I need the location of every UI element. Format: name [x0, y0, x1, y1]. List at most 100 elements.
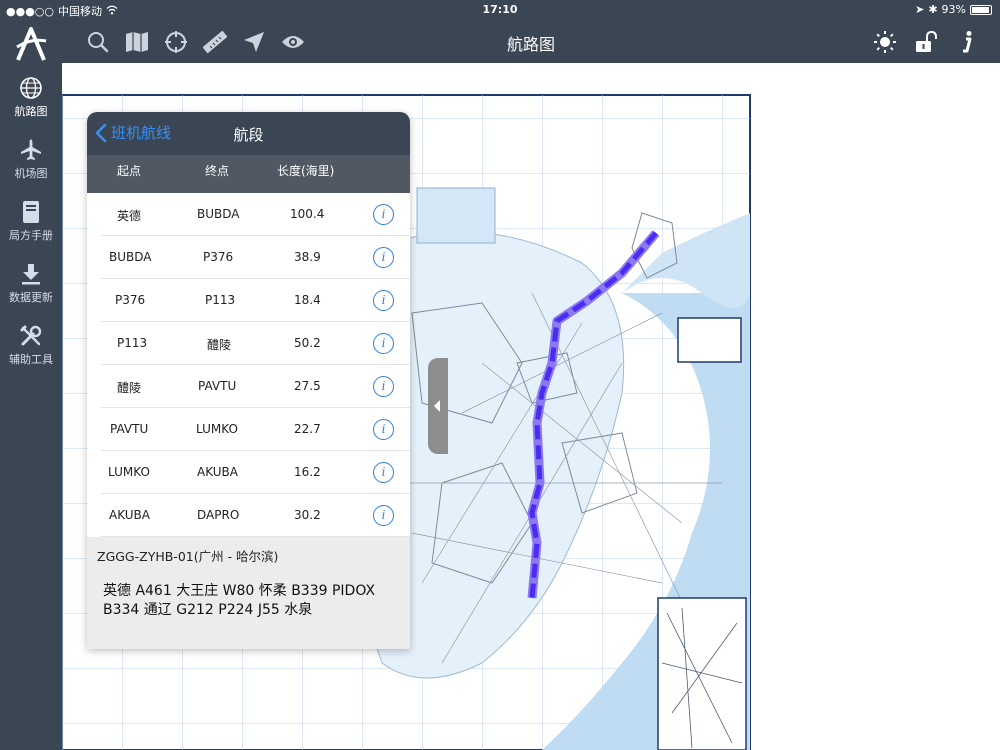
- route-segments-panel: 班机航线 航段 起点 终点 长度(海里) 英德 BUBDA 100.4 i BU…: [87, 112, 410, 649]
- sidebar-item-enroute-chart[interactable]: 航路图: [0, 76, 62, 136]
- battery-percent: 93%: [941, 3, 966, 16]
- search-button[interactable]: [84, 28, 111, 55]
- route-code: ZGGG-ZYHB-01(广州 - 哈尔滨): [97, 549, 279, 564]
- brightness-button[interactable]: [871, 28, 898, 55]
- table-row[interactable]: P376 P113 18.4 i: [101, 279, 410, 322]
- segment-from: 醴陵: [117, 381, 142, 395]
- top-toolbar: 航路图: [62, 20, 1000, 63]
- sidebar-item-tools[interactable]: 辅助工具: [0, 324, 62, 384]
- map-icon: [125, 31, 148, 52]
- segment-from: 英德: [117, 209, 142, 223]
- segment-info-button[interactable]: i: [373, 290, 394, 311]
- table-row[interactable]: BUBDA P376 38.9 i: [101, 236, 410, 279]
- segment-to: 醴陵: [207, 338, 232, 352]
- segment-info-button[interactable]: i: [373, 419, 394, 440]
- table-row[interactable]: 英德 BUBDA 100.4 i: [101, 193, 410, 236]
- back-label: 班机航线: [111, 124, 172, 142]
- segment-info-button[interactable]: i: [373, 247, 394, 268]
- navigation-arrow-icon: [243, 31, 264, 52]
- segment-to: AKUBA: [197, 465, 238, 479]
- back-button[interactable]: 班机航线: [95, 122, 171, 143]
- map-tools: [84, 28, 306, 55]
- sidebar-item-label: 数据更新: [9, 291, 53, 304]
- route-summary: ZGGG-ZYHB-01(广州 - 哈尔滨) 英德 A461 大王庄 W80 怀…: [87, 537, 410, 649]
- table-header: 起点 终点 长度(海里): [87, 155, 410, 193]
- panel-header: 班机航线 航段: [87, 112, 410, 155]
- table-row[interactable]: P113 醴陵 50.2 i: [101, 322, 410, 365]
- segment-to: DAPRO: [197, 508, 240, 522]
- map-layers-button[interactable]: [123, 28, 150, 55]
- segment-to: PAVTU: [198, 379, 237, 393]
- locate-button[interactable]: [162, 28, 189, 55]
- column-header-length: 长度(海里): [277, 164, 335, 178]
- view-button[interactable]: [279, 28, 306, 55]
- status-bar: ●●●○○ 中国移动 17:10 ➤ ✱ 93%: [0, 0, 1000, 20]
- segment-info-button[interactable]: i: [373, 333, 394, 354]
- segment-info-button[interactable]: i: [373, 204, 394, 225]
- globe-icon: [20, 77, 42, 99]
- crosshair-icon: [164, 30, 187, 53]
- sidebar-item-label: 局方手册: [9, 229, 53, 242]
- sidebar: 航路图 机场图 局方手册 数据更新 辅助工具: [0, 20, 62, 750]
- segment-info-button[interactable]: i: [373, 505, 394, 526]
- unlock-icon: [915, 30, 937, 52]
- segment-length: 18.4: [294, 293, 321, 307]
- segment-length: 16.2: [294, 465, 321, 479]
- search-icon: [87, 31, 108, 52]
- segment-to: P113: [205, 293, 236, 307]
- info-icon: [962, 30, 971, 52]
- segment-length: 100.4: [290, 207, 325, 221]
- segment-from: AKUBA: [109, 508, 150, 522]
- segment-info-button[interactable]: i: [373, 462, 394, 483]
- eye-icon: [281, 35, 304, 48]
- status-right: ➤ ✱ 93%: [915, 3, 992, 16]
- column-header-to: 终点: [205, 164, 230, 178]
- manual-icon: [23, 201, 39, 223]
- segment-length: 22.7: [294, 422, 321, 436]
- brightness-icon: [873, 30, 896, 53]
- clock: 17:10: [482, 3, 518, 16]
- route-description: 英德 A461 大王庄 W80 怀柔 B339 PIDOX B334 通辽 G2…: [103, 583, 376, 618]
- table-row[interactable]: 醴陵 PAVTU 27.5 i: [101, 365, 410, 408]
- battery-icon: [970, 4, 992, 15]
- segment-from: BUBDA: [109, 250, 152, 264]
- info-button[interactable]: [953, 28, 980, 55]
- table-row[interactable]: PAVTU LUMKO 22.7 i: [101, 408, 410, 451]
- bluetooth-icon: ✱: [928, 3, 938, 16]
- sidebar-item-manual[interactable]: 局方手册: [0, 200, 62, 260]
- table-row[interactable]: LUMKO AKUBA 16.2 i: [101, 451, 410, 494]
- sidebar-item-label: 辅助工具: [9, 353, 53, 366]
- sidebar-item-label: 机场图: [14, 167, 48, 180]
- sidebar-item-airport-chart[interactable]: 机场图: [0, 138, 62, 198]
- segment-to: BUBDA: [197, 207, 240, 221]
- segment-to: LUMKO: [196, 422, 238, 436]
- lock-button[interactable]: [912, 28, 939, 55]
- segment-info-button[interactable]: i: [373, 376, 394, 397]
- table-row[interactable]: AKUBA DAPRO 30.2 i: [101, 494, 410, 537]
- battery-fill: [972, 6, 989, 13]
- segment-length: 27.5: [294, 379, 321, 393]
- segment-from: P113: [117, 336, 148, 350]
- right-tools: [871, 28, 980, 55]
- app-logo-icon: [16, 27, 47, 61]
- navigation-button[interactable]: [240, 28, 267, 55]
- location-icon: ➤: [915, 3, 925, 16]
- segment-from: PAVTU: [110, 422, 149, 436]
- sidebar-item-data-update[interactable]: 数据更新: [0, 262, 62, 322]
- ruler-icon: [202, 30, 227, 53]
- panel-collapse-handle[interactable]: [428, 358, 448, 454]
- segment-from: P376: [115, 293, 146, 307]
- segment-length: 50.2: [294, 336, 321, 350]
- segment-from: LUMKO: [108, 465, 150, 479]
- download-icon: [22, 264, 40, 285]
- map-inset: [677, 317, 742, 363]
- segment-length: 38.9: [294, 250, 321, 264]
- tools-icon: [20, 325, 42, 346]
- segment-list: 英德 BUBDA 100.4 i BUBDA P376 38.9 i P376 …: [87, 193, 410, 537]
- column-header-from: 起点: [117, 164, 142, 178]
- sidebar-item-label: 航路图: [14, 105, 48, 118]
- ruler-button[interactable]: [201, 28, 228, 55]
- chevron-left-icon: [95, 123, 107, 142]
- segment-length: 30.2: [294, 508, 321, 522]
- segment-to: P376: [203, 250, 234, 264]
